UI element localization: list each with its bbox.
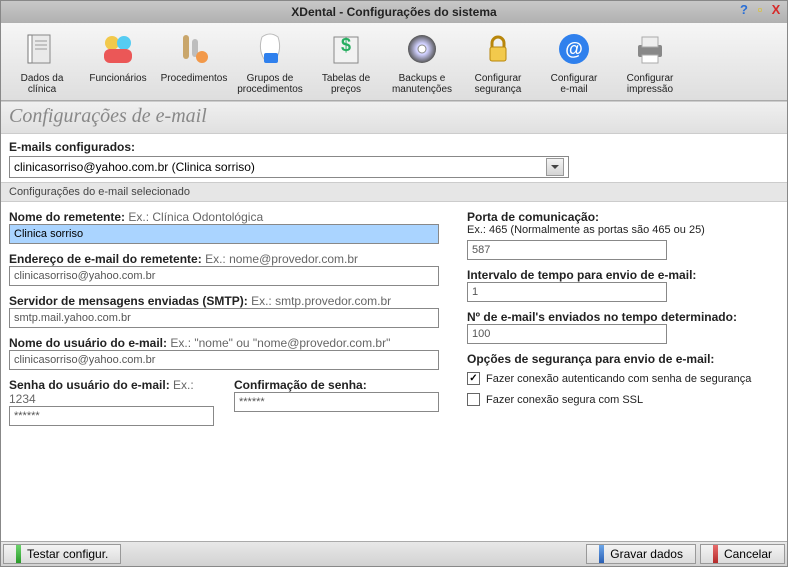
svg-text:$: $: [341, 35, 351, 55]
ssl-checkbox[interactable]: [467, 393, 480, 406]
dados-clinica-icon: [20, 27, 64, 71]
ssl-checkbox-label: Fazer conexão segura com SSL: [486, 394, 643, 406]
window-title: XDental - Configurações do sistema: [291, 5, 496, 19]
left-column: Nome do remetente: Ex.: Clínica Odontoló…: [9, 210, 439, 533]
page-title: Configurações de e-mail: [1, 102, 787, 134]
smtp-input[interactable]: [9, 308, 439, 328]
minimize-icon[interactable]: ▫: [753, 3, 767, 17]
usuario-input[interactable]: [9, 350, 439, 370]
toolbar-label: Configurarsegurança: [475, 73, 522, 95]
cancelar-button[interactable]: Cancelar: [700, 544, 785, 564]
svg-text:@: @: [565, 39, 583, 59]
auth-checkbox-label: Fazer conexão autenticando com senha de …: [486, 373, 751, 385]
porta-input[interactable]: [467, 240, 667, 260]
title-bar: XDental - Configurações do sistema ? ▫ X: [1, 1, 787, 23]
toolbar-config-impressao[interactable]: Configurarimpressão: [615, 27, 685, 95]
selected-email-subheader: Configurações do e-mail selecionado: [1, 182, 787, 202]
procedimentos-icon: [172, 27, 216, 71]
window-controls: ? ▫ X: [737, 3, 783, 17]
testar-button[interactable]: Testar configur.: [3, 544, 121, 564]
toolbar-label: Dados daclínica: [21, 73, 64, 95]
senha-input[interactable]: [9, 406, 214, 426]
toolbar-grupos-proc[interactable]: Grupos deprocedimentos: [235, 27, 305, 95]
gravar-button[interactable]: Gravar dados: [586, 544, 696, 564]
footer-bar: Testar configur. Gravar dados Cancelar: [1, 541, 787, 566]
config-seguranca-icon: [476, 27, 520, 71]
toolbar-funcionarios[interactable]: Funcionários: [83, 27, 153, 84]
emails-dropdown-value: clinicasorriso@yahoo.com.br (Clinica sor…: [14, 160, 255, 174]
toolbar-label: Configurarimpressão: [627, 73, 674, 95]
toolbar-config-seguranca[interactable]: Configurarsegurança: [463, 27, 533, 95]
nenviados-input[interactable]: [467, 324, 667, 344]
grupos-proc-icon: [248, 27, 292, 71]
app-window: XDental - Configurações do sistema ? ▫ X…: [0, 0, 788, 567]
toolbar-label: Backups emanutenções: [392, 73, 452, 95]
toolbar-dados-clinica[interactable]: Dados daclínica: [7, 27, 77, 95]
funcionarios-icon: [96, 27, 140, 71]
emails-dropdown[interactable]: clinicasorriso@yahoo.com.br (Clinica sor…: [9, 156, 569, 178]
toolbar-label: Configurare-mail: [551, 73, 598, 95]
intervalo-input[interactable]: [467, 282, 667, 302]
close-icon[interactable]: X: [769, 3, 783, 17]
remetente-input[interactable]: [9, 224, 439, 244]
chevron-down-icon[interactable]: [546, 158, 564, 176]
auth-checkbox[interactable]: [467, 372, 480, 385]
toolbar-tabelas-precos[interactable]: $ Tabelas depreços: [311, 27, 381, 95]
form-body: Nome do remetente: Ex.: Clínica Odontoló…: [1, 202, 787, 541]
toolbar-label: Procedimentos: [161, 73, 228, 84]
main-toolbar: Dados daclínica Funcionários Procedimentos…: [1, 23, 787, 101]
config-impressao-icon: [628, 27, 672, 71]
toolbar-procedimentos[interactable]: Procedimentos: [159, 27, 229, 84]
backups-icon: [400, 27, 444, 71]
toolbar-config-email[interactable]: @ Configurare-mail: [539, 27, 609, 95]
tabelas-precos-icon: $: [324, 27, 368, 71]
config-email-icon: @: [552, 27, 596, 71]
help-icon[interactable]: ?: [737, 3, 751, 17]
confirma-senha-input[interactable]: [234, 392, 439, 412]
toolbar-label: Tabelas depreços: [322, 73, 370, 95]
right-column: Porta de comunicação: Ex.: 465 (Normalme…: [467, 210, 767, 533]
endereco-input[interactable]: [9, 266, 439, 286]
emails-configured-label: E-mails configurados:: [1, 134, 787, 156]
page-body: Configurações de e-mail E-mails configur…: [1, 101, 787, 566]
toolbar-backups[interactable]: Backups emanutenções: [387, 27, 457, 95]
toolbar-label: Funcionários: [89, 73, 146, 84]
toolbar-label: Grupos deprocedimentos: [237, 73, 303, 95]
